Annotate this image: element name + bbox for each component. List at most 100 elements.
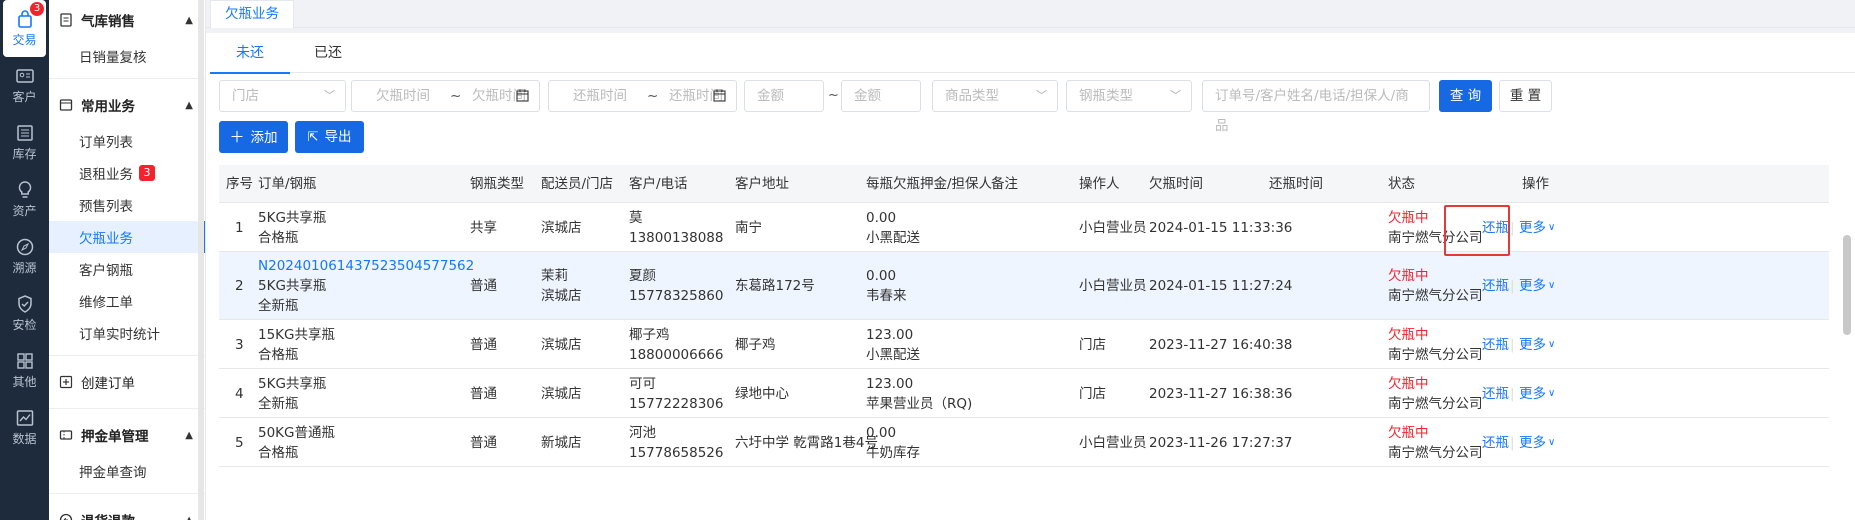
add-button[interactable]: ＋ 添加	[219, 121, 288, 153]
menu-item-label: 预售列表	[79, 199, 133, 215]
menu-scrollbar[interactable]	[198, 0, 204, 520]
rail-item-7[interactable]: 数据	[0, 399, 49, 456]
chevron-down-icon[interactable]: ∨	[1548, 384, 1555, 404]
more-actions-link[interactable]: 更多	[1519, 433, 1546, 453]
menu-item-daily-review[interactable]: 日销量复核	[49, 40, 205, 72]
side-menu: 气库销售 ▲ 日销量复核 常用业务 ▲ 订单列表 退租业务 3 预售列表 欠瓶业务…	[49, 0, 206, 520]
rail-item-2[interactable]: 库存	[0, 114, 49, 171]
table-row[interactable]: 2 N20240106143752350457756​2 5KG共享瓶 全新瓶 普通 茉莉…	[219, 252, 1829, 320]
company-name: 南宁燃气分公司	[1388, 444, 1483, 461]
keyword-search-input[interactable]: 订单号/客户姓名/电话/担保人/商品	[1202, 80, 1430, 134]
return-cylinder-link[interactable]: 还瓶	[1482, 335, 1509, 355]
owe-time-range[interactable]: 欠瓶时间 ~ 欠瓶时间	[351, 80, 540, 112]
row-number: 2	[235, 278, 244, 294]
operator-name: 小白营业员	[1079, 219, 1147, 236]
menu-item-order-list[interactable]: 订单列表	[49, 125, 205, 157]
rail-item-3[interactable]: 资产	[0, 171, 49, 228]
return-cylinder-link[interactable]: 还瓶	[1482, 384, 1509, 404]
more-actions-link[interactable]: 更多	[1519, 384, 1546, 404]
menu-item-repair-orders[interactable]: 维修工单	[49, 285, 205, 317]
more-actions-link[interactable]: 更多	[1519, 335, 1546, 355]
range-separator: ~	[647, 88, 659, 104]
return-cylinder-link[interactable]: 还瓶	[1482, 276, 1509, 296]
order-number-link[interactable]: N20240106143752350457756​2	[258, 256, 474, 276]
store-name: 滨城店	[541, 219, 582, 236]
chevron-down-icon[interactable]: ∨	[1548, 218, 1555, 238]
menu-item-realtime-stats[interactable]: 订单实时统计	[49, 317, 205, 349]
menu-item-label: 订单实时统计	[79, 327, 160, 343]
menu-create-order[interactable]: 创建订单	[49, 362, 205, 402]
return-cylinder-link[interactable]: 还瓶	[1482, 433, 1509, 453]
chevron-down-icon: ﹀	[1170, 89, 1181, 102]
undo-icon	[59, 513, 73, 520]
menu-group-deposit[interactable]: 押金单管理 ▲	[49, 415, 205, 455]
rail-item-1[interactable]: 客户	[0, 57, 49, 114]
main-content: 未还 已还 门店 ﹀ 欠瓶时间 ~ 欠瓶时间 还瓶时间 ~ 还瓶时间 金额 ~ 金…	[206, 33, 1855, 520]
compass-icon	[16, 238, 33, 256]
rail-item-5[interactable]: 安检	[0, 285, 49, 342]
table-row[interactable]: 5 50KG普通瓶 合格瓶 普通 新城店 河池 15778658526 六圩中学 乾霄路1巷4…	[219, 418, 1829, 467]
status-tabs: 未还 已还	[210, 33, 1855, 74]
menu-item-deposit-query[interactable]: 押金单查询	[49, 455, 205, 487]
rail-item-0[interactable]: 交易 3	[3, 0, 46, 57]
table-header: 序号 订单/钢瓶 钢瓶类型 配送员/门店 客户/电话 客户地址 每瓶欠瓶押金/担保人 备注 操作…	[219, 165, 1829, 203]
customer-name: 椰子鸡	[629, 326, 670, 343]
chevron-down-icon[interactable]: ∨	[1548, 433, 1555, 453]
table-scrollbar[interactable]	[1843, 235, 1851, 335]
goods-type-select[interactable]: 商品类型 ﹀	[932, 80, 1058, 112]
owe-time: 2023-11-27 16:40:38	[1149, 336, 1293, 353]
menu-item-return-rent[interactable]: 退租业务 3	[49, 157, 205, 189]
table-row[interactable]: 3 15KG共享瓶 合格瓶 普通 滨城店 椰子鸡 18800006666 椰子鸡 123.00 小…	[219, 320, 1829, 369]
folder-icon	[59, 99, 73, 111]
status-badge: 欠瓶中	[1388, 268, 1429, 284]
rail-item-label: 安检	[12, 318, 37, 332]
annotation-highlight-box	[1444, 205, 1510, 256]
calendar-icon	[713, 89, 726, 102]
tab-unreturned[interactable]: 未还	[210, 33, 290, 74]
store-select[interactable]: 门店 ﹀	[219, 80, 346, 112]
chevron-down-icon[interactable]: ∨	[1548, 335, 1555, 355]
cylinder-type: 普通	[470, 385, 497, 402]
column-header: 备注	[991, 176, 1018, 192]
tab-owed-cylinders[interactable]: 欠瓶业务	[210, 0, 294, 28]
cylinder-type: 普通	[470, 336, 497, 353]
column-header: 欠瓶时间	[1149, 176, 1203, 192]
rail-item-4[interactable]: 溯源	[0, 228, 49, 285]
store-placeholder: 门店	[232, 88, 259, 104]
table-row[interactable]: 1 5KG共享瓶 合格瓶 共享 滨城店 莫 13800138088 南宁 0.00 小黑配送 小白营…	[219, 203, 1829, 252]
tab-returned[interactable]: 已还	[288, 33, 368, 73]
export-button[interactable]: ⇱ 导出	[295, 121, 364, 153]
ticket-icon	[59, 430, 73, 440]
amount-max-input[interactable]: 金额	[841, 80, 921, 112]
chevron-down-icon[interactable]: ∨	[1548, 276, 1555, 296]
customer-phone: 13800138088	[629, 229, 724, 246]
menu-group-gas-sales[interactable]: 气库销售 ▲	[49, 0, 205, 40]
menu-group-label: 退货退款	[81, 510, 135, 520]
return-time-range[interactable]: 还瓶时间 ~ 还瓶时间	[548, 80, 737, 112]
menu-item-owed-cylinders[interactable]: 欠瓶业务	[49, 221, 205, 253]
menu-group-label: 创建订单	[81, 376, 135, 392]
more-actions-link[interactable]: 更多	[1519, 276, 1546, 296]
owe-time: 2024-01-15 11:33:36	[1149, 219, 1293, 236]
guarantor-name: 小黑配送	[866, 229, 920, 246]
amount-min-input[interactable]: 金额	[744, 80, 824, 112]
menu-item-label: 欠瓶业务	[79, 231, 133, 247]
deposit-amount: 0.00	[866, 268, 897, 284]
menu-item-presale[interactable]: 预售列表	[49, 189, 205, 221]
rail-item-label: 数据	[12, 432, 37, 446]
customer-name: 莫	[629, 209, 643, 226]
menu-item-customer-cylinders[interactable]: 客户钢瓶	[49, 253, 205, 285]
menu-group-returns[interactable]: 退货退款 ▲	[49, 500, 205, 520]
reset-button[interactable]: 重 置	[1499, 80, 1552, 112]
grid-icon	[16, 353, 33, 369]
goods-name: 5KG共享瓶	[258, 375, 327, 392]
cylinder-type-select[interactable]: 钢瓶类型 ﹀	[1066, 80, 1192, 112]
status-badge: 欠瓶中	[1388, 209, 1429, 226]
chevron-down-icon: ﹀	[1036, 89, 1047, 102]
more-actions-link[interactable]: 更多	[1519, 218, 1546, 238]
amount-min-placeholder: 金额	[757, 88, 784, 104]
query-button[interactable]: 查 询	[1439, 80, 1492, 112]
table-row[interactable]: 4 5KG共享瓶 全新瓶 普通 滨城店 可可 15772228306 绿地中心 123.00 苹果…	[219, 369, 1829, 418]
rail-item-6[interactable]: 其他	[0, 342, 49, 399]
menu-group-common[interactable]: 常用业务 ▲	[49, 85, 205, 125]
